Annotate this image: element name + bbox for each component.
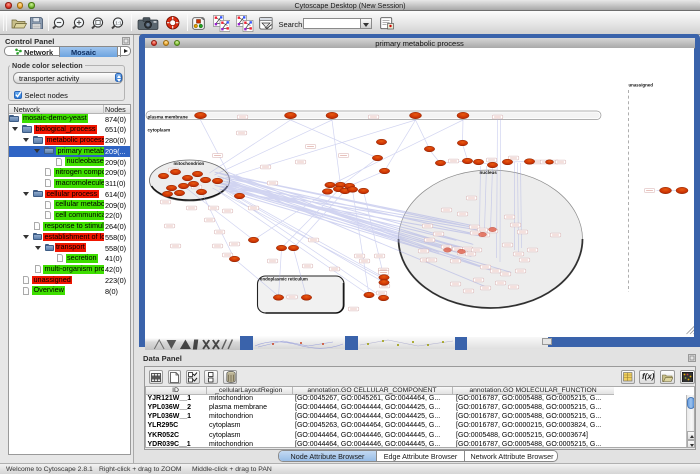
svg-text:mitochondrion: mitochondrion	[173, 161, 204, 166]
svg-text:cytoplasm: cytoplasm	[147, 127, 170, 132]
svg-text:plasma membrane: plasma membrane	[147, 114, 188, 119]
svg-text:nucleus: nucleus	[479, 170, 497, 175]
svg-text:endoplasmic reticulum: endoplasmic reticulum	[260, 276, 308, 281]
svg-text:unassigned: unassigned	[628, 83, 653, 88]
svg-text:1:1: 1:1	[115, 21, 122, 26]
